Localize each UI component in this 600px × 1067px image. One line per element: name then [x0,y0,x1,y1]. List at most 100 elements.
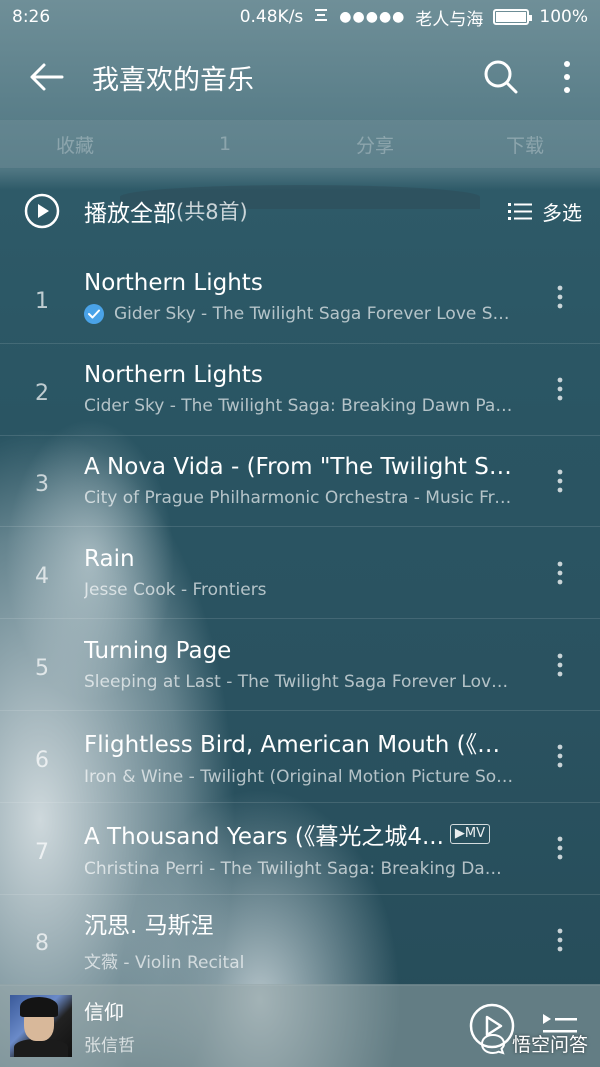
song-title: Turning Page [84,637,232,664]
signal-icon: ●●●●● [339,9,406,25]
battery-icon [493,9,533,25]
tab-favorite[interactable]: 收藏 [0,131,150,158]
wukong-logo-icon [480,1033,505,1055]
page-title: 我喜欢的音乐 [92,64,254,96]
song-more-button[interactable] [520,451,600,511]
song-artist-album: Sleeping at Last - The Twilight Saga For… [84,671,514,692]
song-row[interactable]: 5 Turning Page Sleeping at Last - The Twil… [0,619,600,711]
search-button[interactable] [468,34,534,120]
now-playing-title: 信仰 [84,999,124,1024]
song-row[interactable]: 4 Rain Jesse Cook - Frontiers [0,527,600,620]
status-right: 0.48K/s ●●●●● 老人与海 100% [240,5,588,30]
song-title: Northern Lights [84,362,263,389]
search-icon [484,60,518,94]
more-options-button[interactable] [534,34,600,120]
song-row[interactable]: 1 Northern Lights Gider Sky - The Twilight… [0,252,600,344]
song-title-row: Rain [84,546,514,572]
song-info: Flightless Bird, American Mouth (《暮光之城 Ir… [84,725,520,787]
song-index: 5 [35,656,49,682]
song-title: A Nova Vida - (From "The Twilight Saga [84,453,514,480]
song-info: A Thousand Years (《暮光之城4... ▶MV Christina … [84,817,520,879]
song-more-button[interactable] [520,910,600,970]
song-artist-album: Christina Perri - The Twilight Saga: Bre… [84,859,514,880]
song-info: Northern Lights Gider Sky - The Twilight … [84,270,520,325]
more-vertical-icon [557,928,563,952]
mv-badge[interactable]: ▶MV [449,824,491,845]
song-artist-album: Gider Sky - The Twilight Saga Forever Lo… [114,304,514,325]
carrier-name: 老人与海 [415,9,484,30]
song-index: 1 [35,288,49,314]
album-art[interactable] [10,994,72,1057]
song-row[interactable]: 2 Northern Lights Cider Sky - The Twilight… [0,344,600,436]
song-index: 8 [35,931,49,957]
action-tab-strip: 收藏 1 分享 下载 [0,120,600,168]
song-subtitle-row: City of Prague Philharmonic Orchestra - … [84,488,514,508]
song-info: Rain Jesse Cook - Frontiers [84,546,520,600]
song-subtitle-row: Cider Sky - The Twilight Saga: Breaking … [84,396,514,416]
play-circle-icon [24,193,60,229]
data-indicator-icon [313,7,329,27]
song-more-button[interactable] [520,359,600,419]
more-vertical-icon [557,469,563,493]
list-icon [508,203,532,220]
song-title: Rain [84,545,135,572]
song-artist-album: Iron & Wine - Twilight (Original Motion … [84,767,514,788]
status-bar: 8:26 0.48K/s ●●●●● 老人与海 100% [0,0,600,34]
song-subtitle-row: Sleeping at Last - The Twilight Saga For… [84,672,514,692]
song-subtitle-row: Gider Sky - The Twilight Saga Forever Lo… [84,304,514,325]
song-info: Turning Page Sleeping at Last - The Twili… [84,638,520,692]
song-subtitle-row: Iron & Wine - Twilight (Original Motion … [84,767,514,787]
song-row[interactable]: 8 沉思. 马斯涅文薇 - Violin Recital [0,895,600,987]
song-index: 7 [35,839,49,865]
song-row[interactable]: 6 Flightless Bird, American Mouth (《暮光之城 I… [0,711,600,803]
battery-level: 100% [539,7,588,27]
downloaded-check-icon [84,304,104,325]
song-count: (共8首) [176,200,248,224]
song-info: Northern Lights Cider Sky - The Twilight … [84,362,520,416]
song-title: Northern Lights [84,270,263,297]
song-index: 3 [35,472,49,498]
song-info: A Nova Vida - (From "The Twilight Saga Ci… [84,454,520,508]
tab-share[interactable]: 分享 [300,131,450,158]
song-title-row: A Thousand Years (《暮光之城4... ▶MV [84,817,514,851]
song-more-button[interactable] [520,726,600,786]
multi-select-label: 多选 [542,200,582,225]
song-row[interactable]: 7 A Thousand Years (《暮光之城4... ▶MV Christina… [0,803,600,895]
play-all-row[interactable]: 播放全部 (共8首) 多选 [0,185,600,237]
more-vertical-icon [557,285,563,309]
play-all-button[interactable] [0,193,84,229]
song-title: 沉思. 马斯涅 [84,913,214,940]
song-row[interactable]: 3 A Nova Vida - (From "The Twilight Saga C… [0,436,600,528]
song-index: 6 [35,747,49,773]
song-artist-album: Cider Sky - The Twilight Saga: Breaking … [84,396,514,417]
song-title-row: Northern Lights [84,270,514,296]
tab-count[interactable]: 1 [150,133,300,155]
multi-select-button[interactable]: 多选 [508,197,582,226]
network-speed: 0.48K/s [239,7,304,27]
song-artist-album: 文薇 - Violin Recital [84,953,245,974]
more-vertical-icon [557,744,563,768]
song-title-row: Northern Lights [84,362,514,388]
song-title-row: Flightless Bird, American Mouth (《暮光之城 [84,725,514,759]
song-subtitle-row: Christina Perri - The Twilight Saga: Bre… [84,859,514,879]
play-all-label: 播放全部 [84,201,176,227]
more-vertical-icon [557,653,563,676]
song-title-row: 沉思. 马斯涅 [84,906,514,940]
song-subtitle-row: 文薇 - Violin Recital [84,948,514,973]
song-title-row: A Nova Vida - (From "The Twilight Saga [84,454,514,480]
song-more-button[interactable] [520,635,600,695]
more-vertical-icon [557,561,563,585]
song-title: Flightless Bird, American Mouth (《暮光之城 [84,732,514,759]
more-vertical-icon [557,377,563,401]
more-vertical-icon [557,836,563,860]
song-more-button[interactable] [520,818,600,878]
song-more-button[interactable] [520,543,600,603]
back-button[interactable] [0,34,92,120]
song-more-button[interactable] [520,267,600,327]
song-title: A Thousand Years (《暮光之城4... [84,824,444,851]
tab-download[interactable]: 下载 [450,131,600,158]
more-vertical-icon [564,61,570,93]
song-title-row: Turning Page [84,638,514,664]
now-playing-info[interactable]: 信仰 张信哲 [84,996,468,1056]
header-bar: 我喜欢的音乐 [0,34,600,120]
